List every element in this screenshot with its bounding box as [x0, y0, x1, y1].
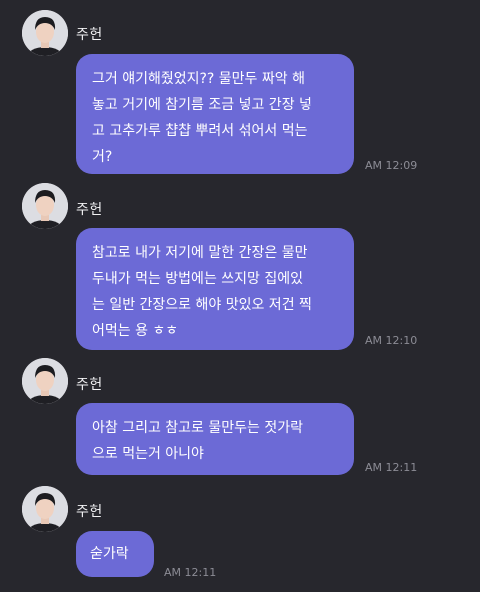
message-timestamp: AM 12:11 — [164, 566, 217, 579]
message-timestamp: AM 12:09 — [365, 159, 418, 172]
profile-photo-icon — [22, 10, 68, 56]
sender-name: 주헌 — [76, 202, 103, 218]
sender-name: 주헌 — [76, 377, 103, 393]
sender-name: 주헌 — [76, 27, 103, 43]
avatar[interactable] — [22, 183, 68, 229]
message-bubble[interactable]: 그거 얘기해줬었지?? 물만두 짜악 해 놓고 거기에 참기름 조금 넣고 간장… — [76, 54, 354, 174]
avatar[interactable] — [22, 10, 68, 56]
profile-photo-icon — [22, 486, 68, 532]
profile-photo-icon — [22, 358, 68, 404]
message-bubble[interactable]: 참고로 내가 저기에 말한 간장은 물만 두내가 먹는 방법에는 쓰지망 집에있… — [76, 228, 354, 350]
message-bubble[interactable]: 숟가락 — [76, 531, 154, 577]
message-bubble[interactable]: 아참 그리고 참고로 물만두는 젓가락 으로 먹는거 아니야 — [76, 403, 354, 475]
avatar[interactable] — [22, 486, 68, 532]
sender-name: 주헌 — [76, 504, 103, 520]
avatar[interactable] — [22, 358, 68, 404]
profile-photo-icon — [22, 183, 68, 229]
message-timestamp: AM 12:10 — [365, 334, 418, 347]
chat-window: 주헌 그거 얘기해줬었지?? 물만두 짜악 해 놓고 거기에 참기름 조금 넣고… — [0, 0, 480, 592]
message-timestamp: AM 12:11 — [365, 461, 418, 474]
